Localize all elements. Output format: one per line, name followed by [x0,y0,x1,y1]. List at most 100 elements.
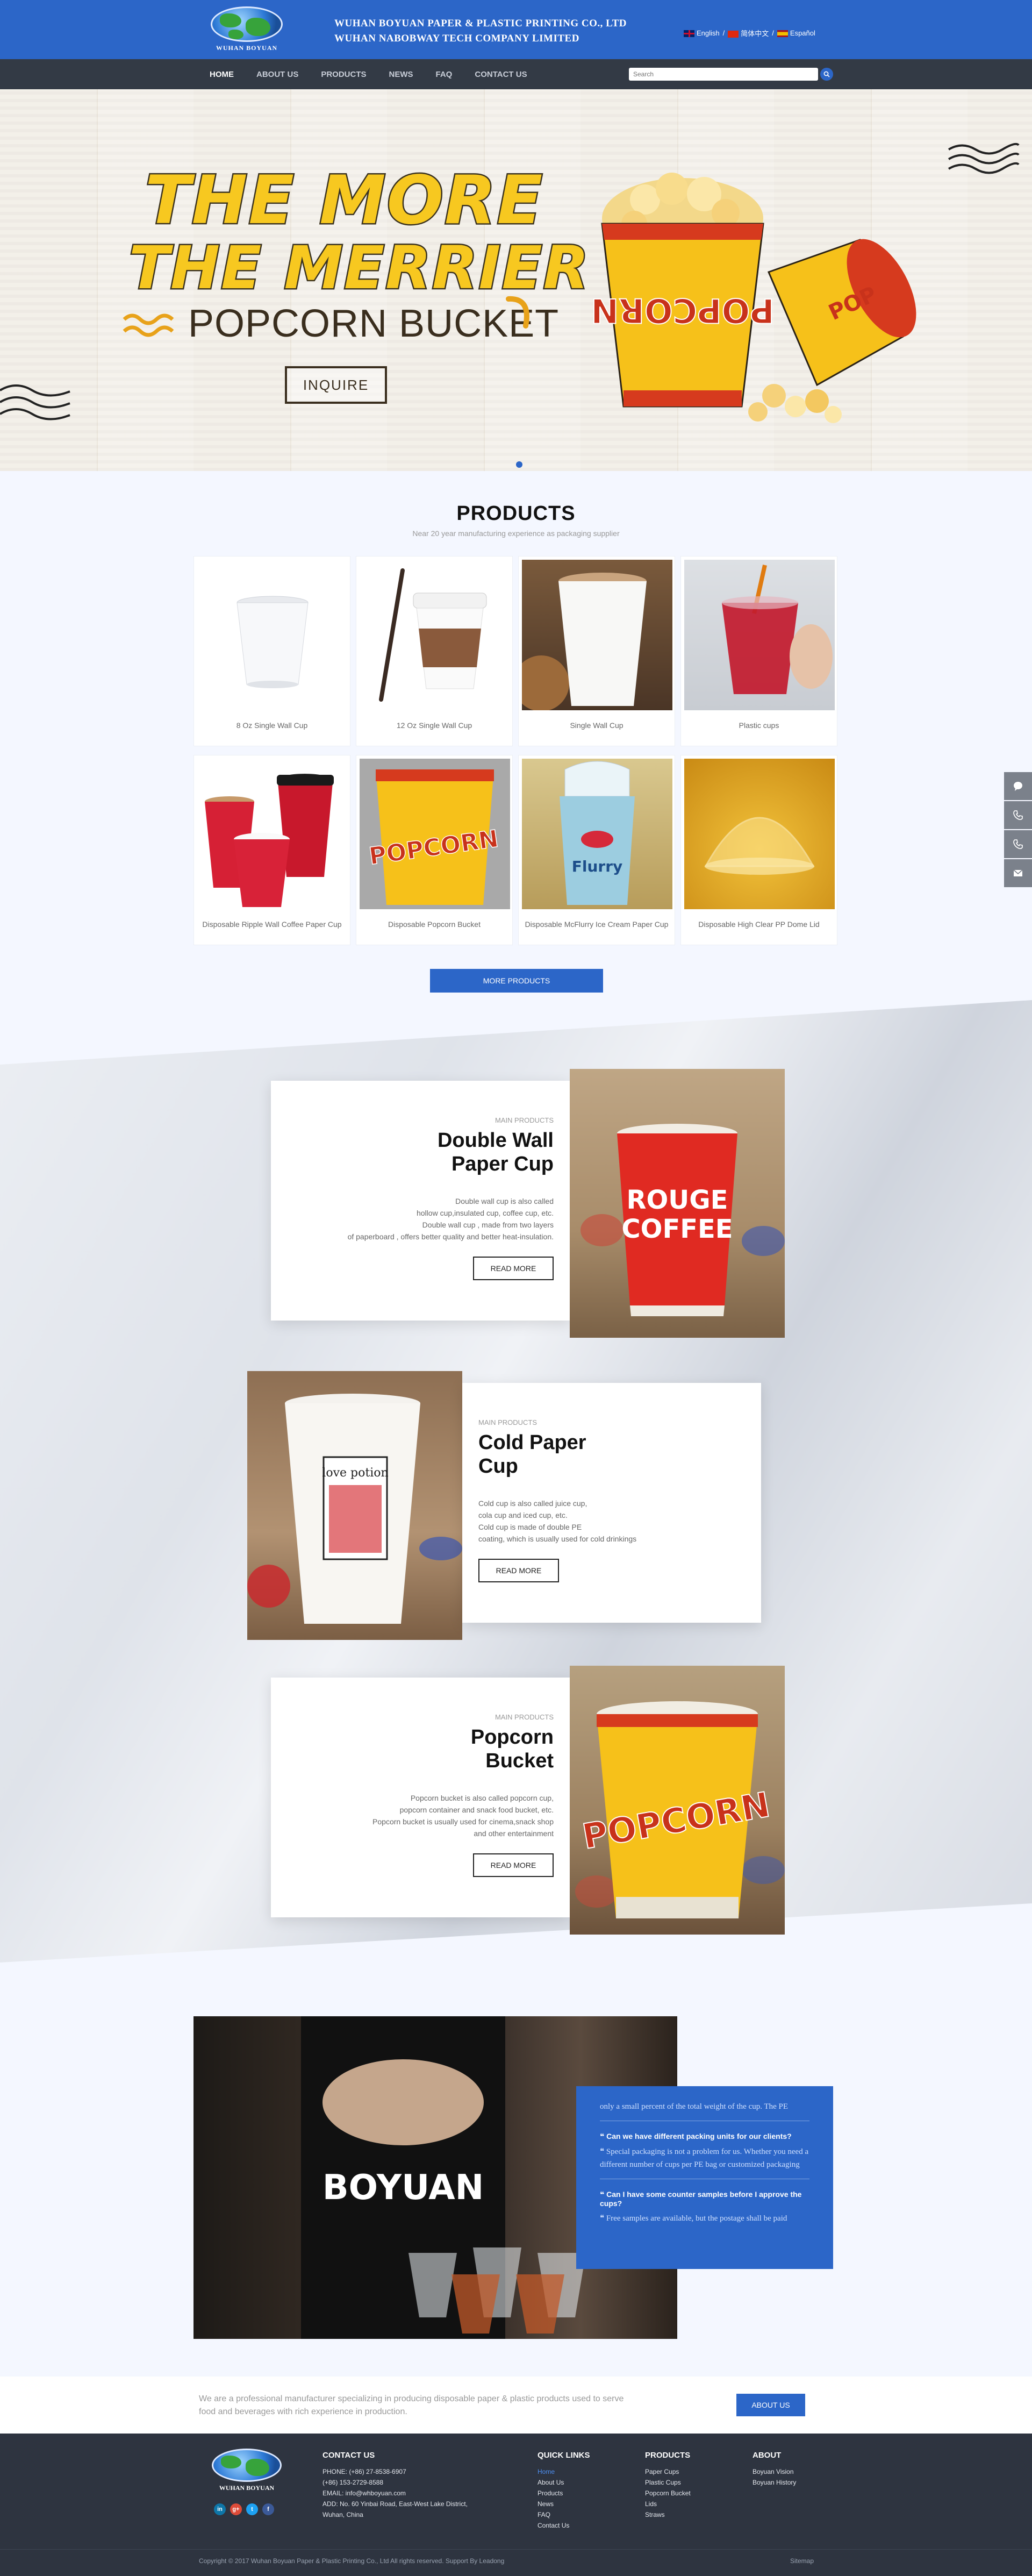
nav-contact-us[interactable]: CONTACT US [475,70,527,79]
logo[interactable]: WUHAN BOYUAN [211,6,283,55]
footer-link-about[interactable]: About Us [538,2477,590,2488]
svg-text:Flurry: Flurry [572,858,623,875]
footer-link-vision[interactable]: Boyuan Vision [752,2466,796,2477]
product-card[interactable]: Flurry Disposable McFlurry Ice Cream Pap… [518,755,675,945]
nav-about-us[interactable]: ABOUT US [256,70,298,79]
phone-button-2[interactable] [1004,830,1032,858]
product-name[interactable]: Disposable High Clear PP Dome Lid [681,911,837,929]
nav-faq[interactable]: FAQ [436,70,453,79]
footer-link-history[interactable]: Boyuan History [752,2477,796,2488]
footer-link-faq[interactable]: FAQ [538,2509,590,2520]
main-product-photo-popcorn-bucket: POPCORN [570,1666,785,1935]
product-card[interactable]: Plastic cups [680,556,837,746]
product-card[interactable]: Disposable Ripple Wall Coffee Paper Cup [194,755,350,945]
social-links: in g+ t f [214,2503,274,2515]
product-image-popcorn-bucket: POPCORN [360,759,510,909]
nav-products[interactable]: PRODUCTS [321,70,366,79]
china-flag-icon [728,31,739,38]
svg-text:POPCORN: POPCORN [591,291,774,330]
email-icon [1013,869,1023,876]
banner-subline: POPCORN BUCKET [188,302,560,345]
nav-home[interactable]: HOME [210,70,234,79]
main-product-card-popcorn-bucket: MAIN PRODUCTS Popcorn Bucket Popcorn buc… [271,1678,570,1917]
hero-banner: THE MORE THE MERRIER POPCORN BUCKET INQU… [0,89,1032,471]
footer: WUHAN BOYUAN in g+ t f CONTACT US PHONE:… [0,2434,1032,2576]
main-product-photo-double-wall: ROUGE COFFEE [570,1069,785,1338]
read-more-button[interactable]: READ MORE [478,1559,559,1582]
footer-heading: QUICK LINKS [538,2451,590,2460]
product-grid: 8 Oz Single Wall Cup 12 Oz Single Wall C… [194,556,838,945]
answer-icon: ❝ [600,2214,606,2223]
facebook-icon[interactable]: f [262,2503,274,2515]
linkedin-icon[interactable]: in [214,2503,226,2515]
faq-answer: ❝ Free samples are available, but the po… [600,2214,787,2223]
phone-button-1[interactable] [1004,801,1032,829]
product-name[interactable]: Disposable Ripple Wall Coffee Paper Cup [194,911,350,929]
twitter-icon[interactable]: t [246,2503,258,2515]
product-image-dome-lid [684,759,835,909]
faq-question[interactable]: ❝ Can I have some counter samples before… [600,2190,809,2208]
footer-quick-links: QUICK LINKS Home About Us Products News … [538,2451,590,2531]
email-button[interactable] [1004,859,1032,887]
read-more-button[interactable]: READ MORE [473,1257,554,1280]
footer-link-straws[interactable]: Straws [645,2509,691,2520]
lang-spanish[interactable]: Español [777,29,815,38]
product-name[interactable]: Disposable McFlurry Ice Cream Paper Cup [519,911,675,929]
product-name[interactable]: Plastic cups [681,712,837,730]
footer-link-popcorn-bucket[interactable]: Popcorn Bucket [645,2488,691,2499]
about-us-button[interactable]: ABOUT US [736,2394,805,2416]
footer-link-plastic-cups[interactable]: Plastic Cups [645,2477,691,2488]
globe-icon [211,6,283,42]
footer-link-lids[interactable]: Lids [645,2499,691,2509]
more-products-button[interactable]: MORE PRODUCTS [430,969,603,993]
banner-headline-2: THE MERRIER [127,232,590,304]
sitemap-link[interactable]: Sitemap [790,2557,814,2565]
swoosh-decoration [506,296,529,329]
footer-logo[interactable]: WUHAN BOYUAN [212,2449,282,2497]
slider-dot-active[interactable] [516,461,522,468]
product-card[interactable]: Single Wall Cup [518,556,675,746]
question-icon: ❝ [600,2190,607,2199]
product-card[interactable]: POPCORN Disposable Popcorn Bucket [356,755,513,945]
footer-link-contact[interactable]: Contact Us [538,2520,590,2531]
products-title: PRODUCTS [456,502,576,525]
product-card[interactable]: 8 Oz Single Wall Cup [194,556,350,746]
svg-text:COFFEE: COFFEE [621,1214,733,1244]
product-name[interactable]: 12 Oz Single Wall Cup [356,712,512,730]
main-nav: HOME ABOUT US PRODUCTS NEWS FAQ CONTACT … [0,59,1032,89]
svg-text:BOYUAN: BOYUAN [322,2168,484,2208]
nav-news[interactable]: NEWS [389,70,413,79]
lang-chinese[interactable]: 简体中文 [728,28,769,38]
main-product-description: Popcorn bucket is also called popcorn cu… [372,1794,554,1838]
footer-contact: CONTACT US PHONE: (+86) 27-8538-6907 (+8… [322,2451,468,2518]
lang-english[interactable]: English [684,29,720,38]
about-strip: We are a professional manufacturer speci… [0,2377,1032,2434]
main-product-title: Double Wall Paper Cup [437,1129,554,1175]
inquire-button[interactable]: INQUIRE [285,366,387,404]
footer-link-paper-cups[interactable]: Paper Cups [645,2466,691,2477]
company-line-1: WUHAN BOYUAN PAPER & PLASTIC PRINTING CO… [334,18,627,29]
main-product-tag: MAIN PRODUCTS [494,1713,554,1721]
search-button[interactable] [820,68,833,81]
product-name[interactable]: Disposable Popcorn Bucket [356,911,512,929]
product-name[interactable]: Single Wall Cup [519,712,675,730]
product-card[interactable]: Disposable High Clear PP Dome Lid [680,755,837,945]
faq-answer: only a small percent of the total weight… [600,2102,789,2111]
chat-button[interactable] [1004,772,1032,800]
read-more-button[interactable]: READ MORE [473,1853,554,1877]
uk-flag-icon [684,30,694,38]
product-image-plastic-cup [684,560,835,710]
main-product-description: Cold cup is also called juice cup, cola … [478,1499,637,1543]
product-card[interactable]: 12 Oz Single Wall Cup [356,556,513,746]
faq-question[interactable]: ❝ Can we have different packing units fo… [600,2132,809,2141]
product-name[interactable]: 8 Oz Single Wall Cup [194,712,350,730]
google-plus-icon[interactable]: g+ [230,2503,242,2515]
wave-lines-decoration-left [0,384,70,420]
search-input[interactable] [629,68,818,81]
footer-link-news[interactable]: News [538,2499,590,2509]
footer-email-link[interactable]: EMAIL: info@whboyuan.com [322,2488,468,2499]
footer-link-products[interactable]: Products [538,2488,590,2499]
footer-link-home[interactable]: Home [538,2466,590,2477]
language-switcher: English / 简体中文 / Español [684,28,815,38]
banner-headline-1: THE MORE [144,161,544,241]
